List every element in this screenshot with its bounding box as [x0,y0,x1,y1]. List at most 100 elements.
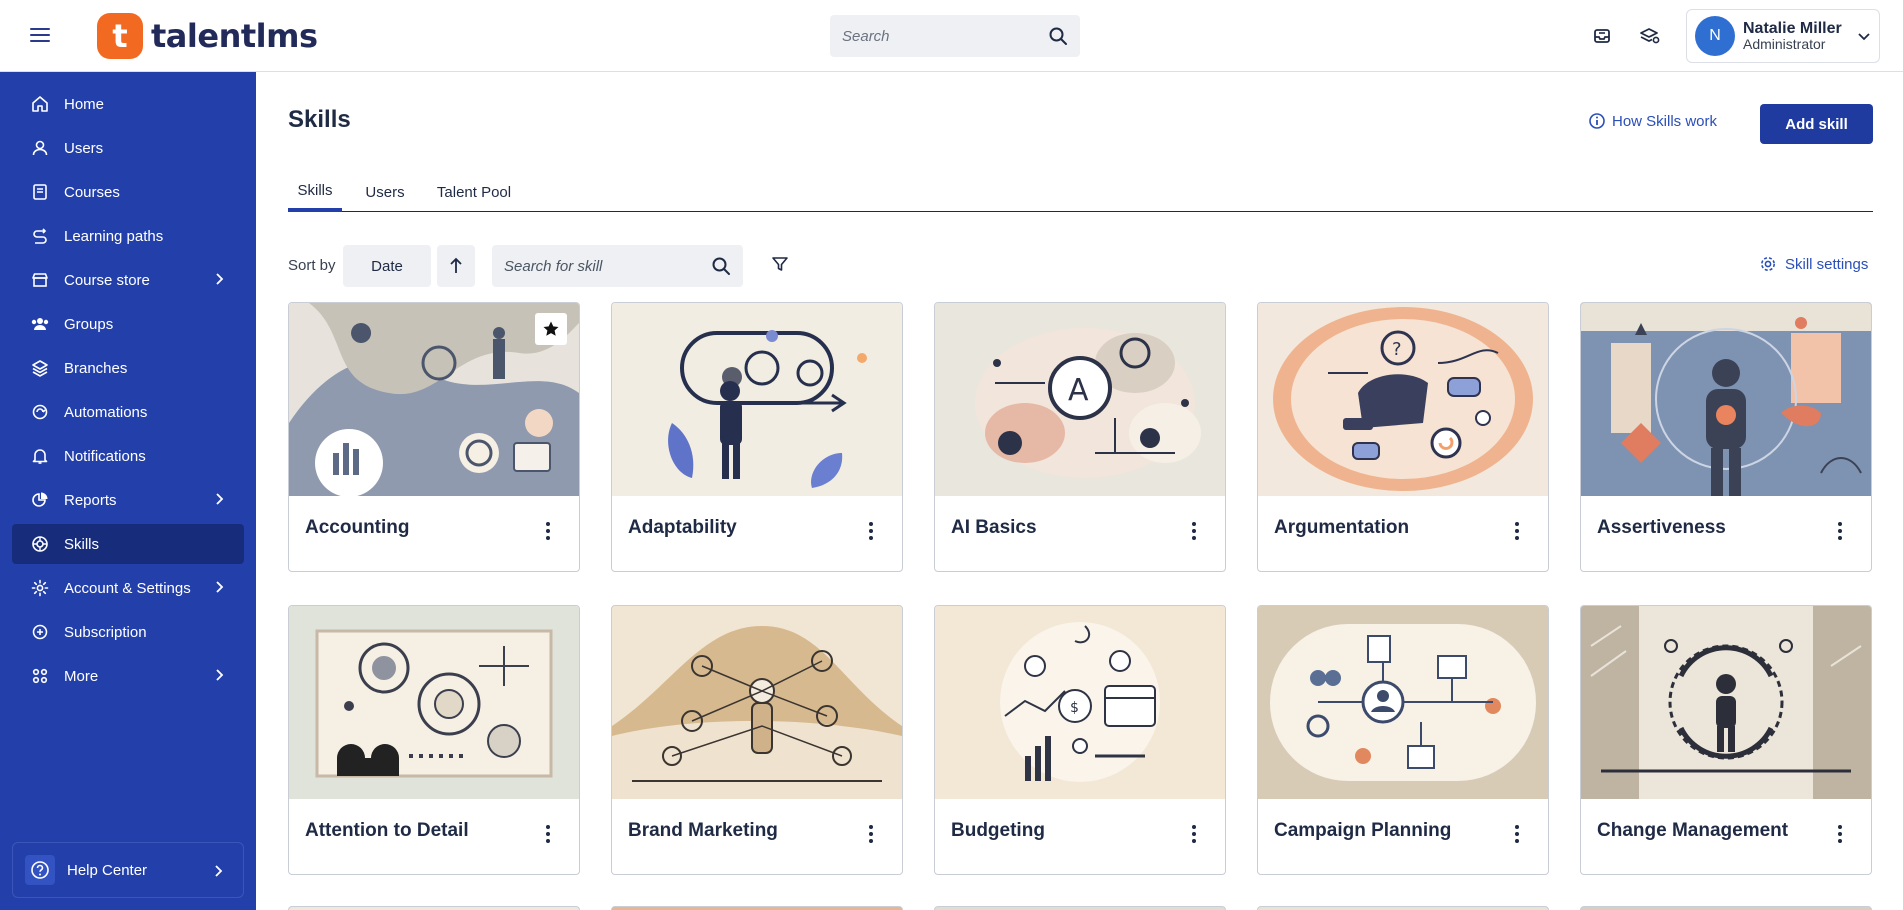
skill-settings-link[interactable]: Skill settings [1759,255,1868,273]
sidebar-item-course-store[interactable]: Course store [12,260,244,300]
sidebar-item-skills[interactable]: Skills [12,524,244,564]
sidebar-item-learning-paths[interactable]: Learning paths [12,216,244,256]
more-options-icon[interactable] [866,822,876,846]
sidebar-item-subscription[interactable]: Subscription [12,612,244,652]
sidebar-item-groups[interactable]: Groups [12,304,244,344]
menu-icon[interactable] [28,24,52,48]
book-icon [30,182,50,202]
skill-card-brand-marketing[interactable]: Brand Marketing [611,605,903,875]
more-options-icon[interactable] [1835,822,1845,846]
skill-image [612,606,902,799]
sidebar-item-more[interactable]: More [12,656,244,696]
filter-icon[interactable] [768,252,792,276]
sidebar-item-courses[interactable]: Courses [12,172,244,212]
logo-mark: t [97,13,143,59]
skill-card-attention-to-detail[interactable]: Attention to Detail [288,605,580,875]
skill-card-budgeting[interactable]: $ Budgeting [934,605,1226,875]
tab-talent-pool[interactable]: Talent Pool [434,172,514,212]
tab-users[interactable]: Users [360,172,410,212]
skill-card-assertiveness[interactable]: Assertiveness [1580,302,1872,572]
sort-select[interactable]: Date [343,245,431,287]
sort-direction-button[interactable] [437,245,475,287]
layers-settings-icon[interactable] [1636,22,1664,50]
skill-title: Budgeting [951,820,1045,841]
skill-card-partial[interactable] [611,906,903,910]
sidebar-item-label: Reports [64,491,117,509]
tab-bar: Skills Users Talent Pool [288,172,1873,212]
svg-text:$: $ [1070,700,1079,716]
sort-label: Sort by [288,257,336,274]
skill-title: Campaign Planning [1274,820,1452,841]
sidebar-item-label: Branches [64,359,128,377]
sidebar-item-automations[interactable]: Automations [12,392,244,432]
chevron-down-icon [1858,33,1870,41]
info-icon [1589,113,1605,129]
skill-image [1581,606,1871,799]
tab-skills[interactable]: Skills [288,172,342,212]
skill-card-partial[interactable] [1580,906,1872,910]
user-name: Natalie Miller [1743,19,1842,37]
more-options-icon[interactable] [543,519,553,543]
global-search-input[interactable] [842,27,1048,45]
help-center-button[interactable]: Help Center [12,842,244,898]
sidebar-item-label: More [64,667,99,685]
sidebar-item-label: Course store [64,271,150,289]
skill-image [612,303,902,496]
search-icon[interactable] [1048,26,1068,46]
more-options-icon[interactable] [866,519,876,543]
bell-icon [30,446,50,466]
grid-icon [30,666,50,686]
skill-title: Change Management [1597,820,1789,841]
sidebar-item-label: Groups [64,315,114,333]
sidebar-item-label: Users [64,139,104,157]
more-options-icon[interactable] [1189,519,1199,543]
sidebar-item-branches[interactable]: Branches [12,348,244,388]
subscription-icon [30,622,50,642]
search-icon[interactable] [711,256,731,276]
skill-card-argumentation[interactable]: ? Argumentation [1257,302,1549,572]
skill-card-campaign-planning[interactable]: Campaign Planning [1257,605,1549,875]
chevron-right-icon [215,865,223,877]
logo-text: talentlms [151,17,318,55]
sidebar-item-users[interactable]: Users [12,128,244,168]
store-icon [30,270,50,290]
skill-card-partial[interactable] [288,906,580,910]
skill-card-adaptability[interactable]: Adaptability [611,302,903,572]
skill-card-change-management[interactable]: Change Management [1580,605,1872,875]
skill-search-input[interactable] [504,257,711,275]
top-bar: t talentlms N Natalie Miller Administrat… [0,0,1903,72]
skill-title: Assertiveness [1597,517,1726,538]
more-options-icon[interactable] [1512,519,1522,543]
arrow-up-icon [450,257,462,273]
user-icon [30,138,50,158]
skill-image: $ [935,606,1225,799]
inbox-icon[interactable] [1588,22,1616,50]
more-options-icon[interactable] [543,822,553,846]
skill-card-partial[interactable] [934,906,1226,910]
add-skill-button[interactable]: Add skill [1760,104,1873,144]
sidebar-item-notifications[interactable]: Notifications [12,436,244,476]
more-options-icon[interactable] [1835,519,1845,543]
sidebar-item-account-settings[interactable]: Account & Settings [12,568,244,608]
skill-image: ? [1258,303,1548,496]
how-skills-work-link[interactable]: How Skills work [1588,112,1717,130]
skill-card-accounting[interactable]: Accounting [288,302,580,572]
logo[interactable]: t talentlms [97,13,318,59]
pie-chart-icon [30,490,50,510]
skill-card-ai-basics[interactable]: A AI Basics [934,302,1226,572]
skill-title: Adaptability [628,517,737,538]
skill-image [1258,606,1548,799]
skill-title: Attention to Detail [305,820,469,841]
skill-card-partial[interactable] [1257,906,1549,910]
user-menu[interactable]: N Natalie Miller Administrator [1686,9,1880,63]
skill-settings-label: Skill settings [1785,255,1869,273]
sidebar-item-home[interactable]: Home [12,84,244,124]
global-search [830,15,1080,57]
skill-search [492,245,743,287]
sidebar-item-reports[interactable]: Reports [12,480,244,520]
more-options-icon[interactable] [1512,822,1522,846]
chevron-right-icon [216,581,224,593]
more-options-icon[interactable] [1189,822,1199,846]
skill-image: A [935,303,1225,496]
groups-icon [30,314,50,334]
